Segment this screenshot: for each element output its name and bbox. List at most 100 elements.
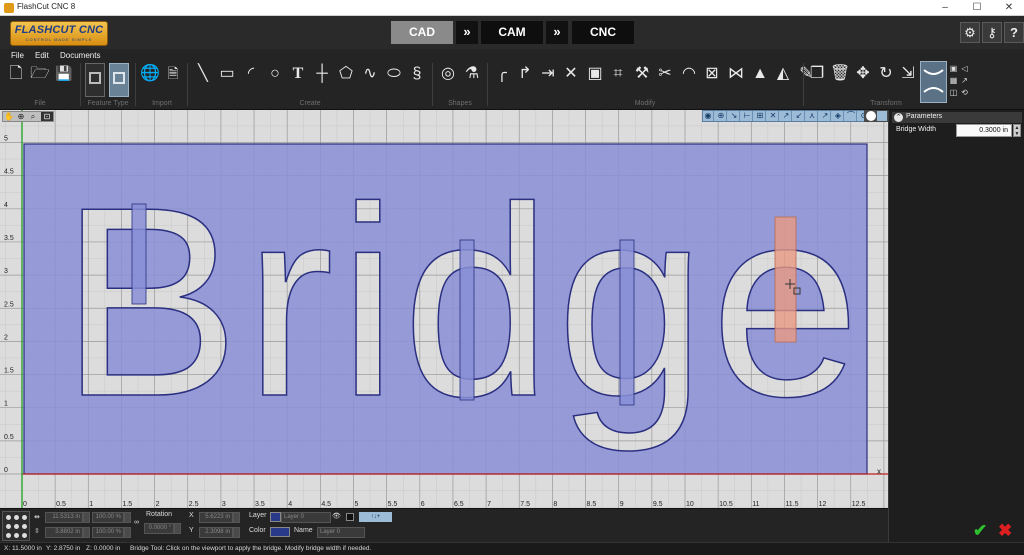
menu-documents[interactable]: Documents (60, 51, 100, 60)
align-icon[interactable]: ◁ (960, 64, 969, 73)
rotate-icon[interactable]: ↻ (876, 62, 896, 85)
menu-file[interactable]: File (11, 51, 24, 60)
image-icon[interactable]: ▣ (585, 62, 605, 85)
position-x-stepper[interactable] (233, 512, 240, 523)
new-file-icon[interactable]: 🗋 (6, 62, 26, 85)
shape-library-icon[interactable]: ◎ (438, 62, 458, 85)
snap-intersection-icon[interactable]: ⊞ (755, 111, 766, 121)
open-folder-icon[interactable]: 🗁 (30, 62, 50, 85)
snap-grid-icon[interactable]: ◉ (703, 111, 714, 121)
settings-gear-icon[interactable]: ⚙ (960, 22, 980, 43)
rotation-stepper[interactable] (174, 523, 181, 534)
color-picker[interactable] (270, 527, 290, 537)
minimize-button[interactable]: – (930, 0, 960, 16)
parameters-header[interactable]: ⌃ Parameters (892, 112, 1022, 123)
circle-icon[interactable]: ○ (265, 62, 285, 85)
ellipse-icon[interactable]: ⬭ (384, 62, 404, 85)
size-height-input[interactable]: 3.8802 in (45, 527, 83, 538)
maximize-button[interactable]: ☐ (962, 0, 992, 16)
display-mode-icon[interactable] (866, 111, 876, 121)
scale-width-input[interactable]: 100.00 % (92, 512, 124, 523)
stamp-icon[interactable]: ▲ (750, 62, 770, 85)
drawing-canvas[interactable]: Bridge Bridge x 00.511.522.533.544. (0, 110, 888, 508)
pan-icon[interactable]: ✋ (3, 112, 15, 121)
mode-cad-button[interactable]: CAD (391, 21, 453, 44)
tab-icon[interactable]: ⚒ (632, 62, 652, 85)
trim-icon[interactable]: ✕ (561, 62, 581, 85)
lock-layer-icon[interactable] (346, 513, 354, 521)
gradient-icon[interactable]: ◭ (773, 62, 793, 85)
bridge-width-input[interactable]: 0.3000 in (956, 124, 1012, 137)
globe-import-icon[interactable]: 🌐 (140, 62, 160, 85)
visibility-eye-icon[interactable]: 👁 (332, 512, 341, 520)
snap-center-icon[interactable]: ⊕ (716, 111, 727, 121)
lock-ratio-icon[interactable]: ∞ (134, 519, 139, 526)
snap-node-icon[interactable]: ◈ (833, 111, 844, 121)
rotation-input[interactable]: 0.0000 ° (144, 523, 174, 534)
arc-icon[interactable]: ◜ (241, 62, 261, 85)
node-edit-icon[interactable]: ⌗ (608, 62, 628, 85)
copy-icon[interactable]: ❐ (807, 62, 827, 85)
offset-icon[interactable]: ◠ (679, 62, 699, 85)
help-icon[interactable]: ? (1004, 22, 1024, 43)
scale-width-stepper[interactable] (124, 512, 131, 523)
snap-angle-icon[interactable]: ↗ (820, 111, 831, 121)
rectangle-icon[interactable]: ▭ (217, 62, 237, 85)
shape-tool-icon[interactable]: ⚗ (462, 62, 482, 85)
zoom-in-icon[interactable]: ⊕ (15, 112, 27, 121)
snap-quadrant-icon[interactable]: ⋏ (807, 111, 818, 121)
chamfer-icon[interactable]: ↱ (515, 62, 535, 85)
zoom-extents-icon[interactable]: ⊡ (41, 112, 53, 121)
layer-select[interactable]: Layer 0 (281, 512, 331, 523)
key-icon[interactable]: ⚷ (982, 22, 1002, 43)
scissors-icon[interactable]: ✂ (655, 62, 675, 85)
snap-arc-icon[interactable]: ⌒ (846, 111, 857, 121)
close-window-button[interactable]: ✕ (994, 0, 1024, 16)
position-x-input[interactable]: 5.6223 in (199, 512, 233, 523)
file-import-icon[interactable]: 🗎 (163, 62, 183, 85)
nest-icon[interactable]: ◫ (949, 88, 958, 97)
feature-type-cut-icon[interactable] (85, 63, 105, 97)
scale-height-stepper[interactable] (124, 527, 131, 538)
fillet-icon[interactable]: ╭ (492, 62, 512, 85)
cad-viewport[interactable]: Bridge Bridge x 00.511.522.533.544. (0, 110, 888, 508)
grid-toggle-icon[interactable] (877, 111, 887, 121)
snap-endpoint-icon[interactable]: ↘ (729, 111, 740, 121)
feature-type-selected-icon[interactable] (109, 63, 129, 97)
snap-nearest-icon[interactable]: ↙ (794, 111, 805, 121)
snap-tangent-icon[interactable]: ↗ (781, 111, 792, 121)
move-icon[interactable]: ✥ (853, 62, 873, 85)
extend-icon[interactable]: ⇥ (538, 62, 558, 85)
scale-height-input[interactable]: 100.00 % (92, 527, 124, 538)
mode-cnc-button[interactable]: CNC (572, 21, 634, 44)
snap-perpendicular-icon[interactable]: ✕ (768, 111, 779, 121)
mode-cam-button[interactable]: CAM (481, 21, 543, 44)
spline-icon[interactable]: ∿ (360, 62, 380, 85)
size-width-stepper[interactable] (83, 512, 90, 523)
position-y-input[interactable]: 2.3098 in (199, 527, 233, 538)
scale-icon[interactable]: ↗ (960, 76, 969, 85)
mirror-icon[interactable]: ⇲ (898, 62, 918, 85)
group-icon[interactable]: ▣ (949, 64, 958, 73)
cancel-x-icon[interactable]: ✖ (998, 522, 1012, 539)
polygon-icon[interactable]: ⬠ (336, 62, 356, 85)
bridge-width-stepper[interactable]: ▲ ▼ (1013, 124, 1021, 137)
size-height-stepper[interactable] (83, 527, 90, 538)
name-input[interactable]: Layer 0 (317, 527, 365, 538)
save-icon[interactable]: 💾 (54, 62, 74, 85)
point-icon[interactable]: ┼ (312, 62, 332, 85)
apply-check-icon[interactable]: ✔ (973, 522, 987, 539)
line-icon[interactable]: ╲ (193, 62, 213, 85)
snap-midpoint-icon[interactable]: ⊢ (742, 111, 753, 121)
collapse-icon[interactable]: ⌃ (894, 113, 903, 122)
delete-icon[interactable]: 🗑 (830, 62, 850, 85)
text-icon[interactable]: T (288, 62, 308, 85)
rotate-copy-icon[interactable]: ⟲ (960, 88, 969, 97)
bridge-icon[interactable]: ⊠ (702, 62, 722, 85)
spiral-icon[interactable]: § (407, 62, 427, 85)
layer-order-buttons[interactable]: ↑↓+ (359, 512, 392, 522)
zoom-window-icon[interactable]: ⌕ (27, 112, 39, 121)
position-y-stepper[interactable] (233, 527, 240, 538)
array-icon[interactable]: ▦ (949, 76, 958, 85)
menu-edit[interactable]: Edit (35, 51, 49, 60)
